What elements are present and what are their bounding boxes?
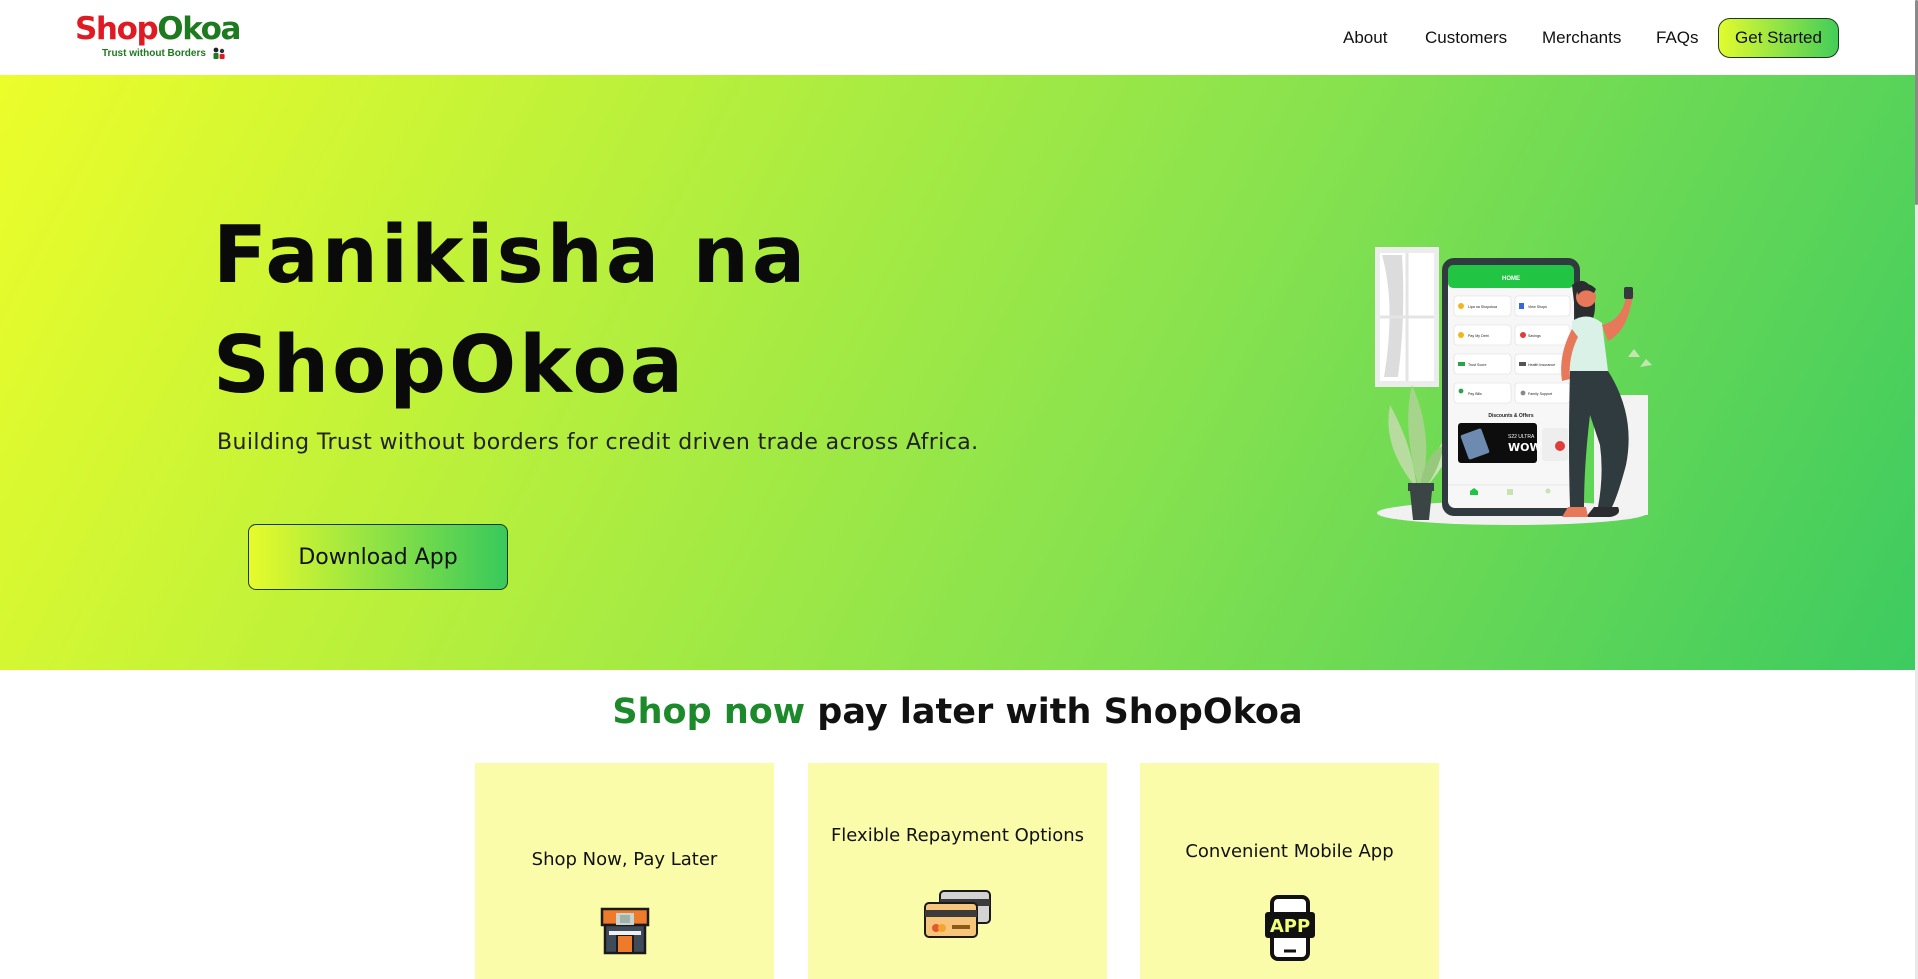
phone-tile-text: Family Support [1528, 392, 1552, 396]
feature-card-flexible-repayment: Flexible Repayment Options [808, 763, 1107, 979]
mobile-app-icon: APP [1265, 895, 1315, 961]
phone-promo-text: WOW [1508, 441, 1542, 454]
phone-tile-text: Trust Score [1468, 363, 1486, 367]
feature-card-shop-now: Shop Now, Pay Later [475, 763, 774, 979]
phone-tile-text: Pay Bills [1468, 392, 1482, 396]
phone-section-text: Discounts & Offers [1488, 413, 1534, 419]
features-title-accent: Shop now [612, 692, 806, 732]
hero-title-line1: Fanikisha na [213, 209, 809, 301]
hero-title: Fanikisha na ShopOkoa [213, 200, 1113, 420]
logo-tagline: Trust without Borders [102, 48, 206, 59]
hero-title-line2: ShopOkoa [213, 319, 687, 411]
phone-tile-text: Lipa na Shopokoa [1468, 305, 1497, 309]
nav-link-about[interactable]: About [1343, 28, 1387, 48]
navbar: ShopOkoa Trust without Borders About Cus… [0, 0, 1918, 75]
window-illustration [1375, 247, 1439, 387]
woman-with-phone-illustration: HOME Lipa na Shopokoa View Shops Pay My … [1375, 247, 1652, 525]
feature-card-title: Flexible Repayment Options [830, 825, 1085, 846]
nav-link-customers[interactable]: Customers [1425, 28, 1507, 48]
app-icon-text: APP [1270, 916, 1310, 937]
phone-illustration: HOME Lipa na Shopokoa View Shops Pay My … [1442, 258, 1580, 516]
feature-card-title: Convenient Mobile App [1185, 841, 1394, 862]
phone-tile-text: View Shops [1528, 305, 1547, 309]
nav-link-merchants[interactable]: Merchants [1542, 28, 1621, 48]
features-title: Shop now pay later with ShopOkoa [0, 692, 1915, 732]
people-icon [213, 47, 225, 59]
phone-tile-text: Health Insurance [1528, 363, 1555, 367]
logo-wordmark: ShopOkoa [75, 12, 250, 46]
phone-tile-text: Pay My Debt [1468, 334, 1489, 338]
download-app-button[interactable]: Download App [248, 524, 508, 590]
phone-header-text: HOME [1502, 276, 1520, 282]
phone-tile-text: Savings [1528, 334, 1541, 338]
feature-card-mobile-app: Convenient Mobile App APP [1140, 763, 1439, 979]
phone-promo-text: S22 ULTRA [1508, 434, 1535, 440]
credit-cards-icon [924, 890, 991, 938]
hero-section: Fanikisha na ShopOkoa Building Trust wit… [0, 75, 1915, 670]
nav-link-faqs[interactable]: FAQs [1656, 28, 1699, 48]
features-title-rest: pay later with ShopOkoa [805, 692, 1303, 732]
get-started-button[interactable]: Get Started [1718, 18, 1839, 58]
logo-word-okoa: Okoa [157, 11, 241, 47]
hero-subtitle: Building Trust without borders for credi… [217, 430, 979, 455]
logo[interactable]: ShopOkoa Trust without Borders [75, 12, 250, 64]
feature-card-title: Shop Now, Pay Later [531, 849, 718, 870]
logo-word-shop: Shop [75, 11, 159, 47]
store-icon [600, 907, 650, 955]
